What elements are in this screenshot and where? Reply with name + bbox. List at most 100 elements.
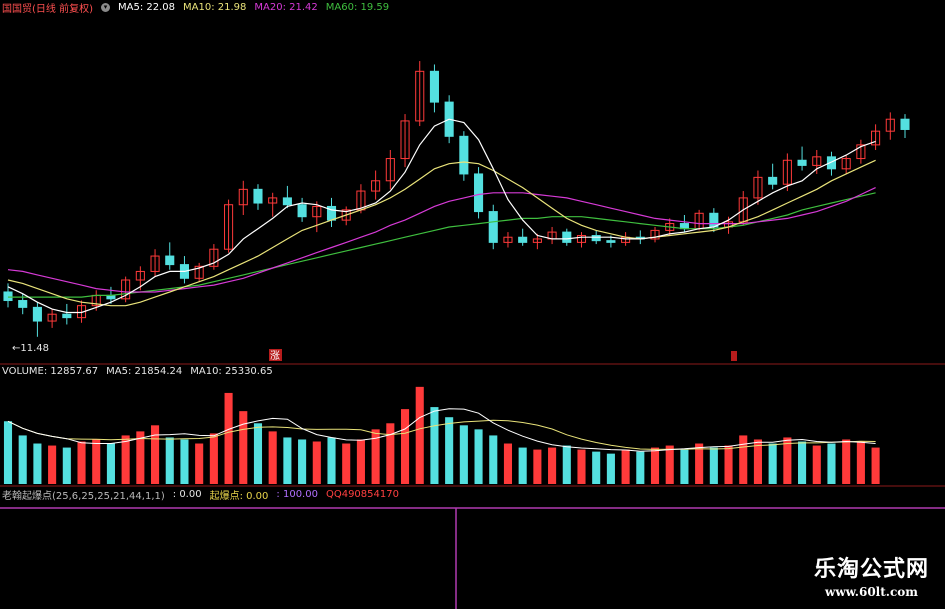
candle-body <box>32 306 42 322</box>
candle-body <box>591 235 601 242</box>
volume-bar <box>518 447 527 484</box>
volume-bar <box>356 439 365 484</box>
volume-bar <box>239 411 248 484</box>
candle-body <box>562 231 572 243</box>
volume-bar <box>548 447 557 484</box>
candle-body <box>797 159 807 166</box>
candle-body <box>518 236 528 243</box>
candle-body <box>459 135 469 175</box>
volume-ma10-label: MA10: 25330.65 <box>190 366 273 377</box>
ma20-line <box>7 187 876 293</box>
volume-chart <box>3 386 880 484</box>
volume-bar <box>33 443 42 484</box>
volume-bar <box>577 449 586 484</box>
ma5-line <box>7 118 876 314</box>
volume-bar <box>209 433 218 484</box>
candle-body <box>18 300 28 308</box>
volume-bar <box>92 439 101 484</box>
volume-bar <box>592 451 601 484</box>
volume-bar <box>106 443 115 484</box>
volume-bar <box>224 392 233 484</box>
volume-label: VOLUME: 12857.67 <box>2 366 99 377</box>
volume-bar <box>445 417 454 484</box>
volume-bar <box>415 386 424 484</box>
stock-title[interactable]: 国国贸(日线 前复权) <box>2 0 93 15</box>
candle-body <box>297 204 307 218</box>
volume-bar <box>533 449 542 484</box>
ma10-label: MA10: 21.98 <box>183 2 247 13</box>
volume-bar <box>739 435 748 484</box>
event-marker: 涨 <box>270 350 280 362</box>
volume-bar <box>562 445 571 484</box>
volume-bar <box>121 435 130 484</box>
price-chart <box>3 61 910 337</box>
candle-body <box>474 173 484 213</box>
watermark: 乐淘公式网 www.60lt.com <box>814 551 929 599</box>
candle-body <box>768 176 778 185</box>
volume-bar <box>709 447 718 484</box>
volume-bar <box>798 441 807 484</box>
volume-bar <box>665 445 674 484</box>
volume-bar <box>695 443 704 484</box>
candle-body <box>606 240 616 243</box>
candle-body <box>62 313 72 319</box>
event-marker-box-2 <box>731 351 737 361</box>
volume-bar <box>783 437 792 484</box>
volume-bar <box>283 437 292 484</box>
volume-bar <box>151 425 160 484</box>
volume-bar <box>650 447 660 484</box>
volume-bar <box>298 439 307 484</box>
watermark-brand: 乐淘公式网 <box>813 556 929 582</box>
volume-bar <box>77 441 86 484</box>
candle-body <box>900 118 910 130</box>
volume-bar <box>606 453 615 484</box>
volume-bar <box>253 423 263 484</box>
volume-bar <box>312 441 321 484</box>
volume-bar <box>195 443 204 484</box>
volume-bar <box>724 445 733 484</box>
options-icon[interactable]: ▾ <box>100 3 110 12</box>
ma5-label: MA5: 22.08 <box>117 2 175 13</box>
candle-body <box>253 188 263 204</box>
volume-bar <box>180 439 189 484</box>
volume-bar <box>18 435 27 484</box>
indicator-header: 老翰起爆点(25,6,25,25,21,44,1,1) : 0.00 起爆点: … <box>2 487 399 502</box>
volume-bar <box>3 421 13 484</box>
candle-body <box>488 211 498 243</box>
volume-bar <box>503 443 513 484</box>
volume-bar <box>856 441 865 484</box>
volume-bar <box>768 443 777 484</box>
volume-bar <box>386 423 395 484</box>
volume-bar <box>342 443 351 484</box>
ma60-label: MA60: 19.59 <box>325 2 390 13</box>
candle-body <box>709 212 719 228</box>
indicator-name[interactable]: 老翰起爆点(25,6,25,25,21,44,1,1) <box>2 487 165 502</box>
indicator-name-2: 起爆点: 0.00 <box>209 491 269 502</box>
candle-body <box>429 70 439 103</box>
candle-body <box>165 255 175 266</box>
ma20-label: MA20: 21.42 <box>254 2 318 13</box>
volume-bar <box>842 439 851 484</box>
volume-bar <box>474 429 483 484</box>
volume-bar <box>812 445 821 484</box>
volume-bar <box>636 451 645 484</box>
price-header: 国国贸(日线 前复权) ▾ MA5: 22.08 MA10: 21.98 MA2… <box>2 0 389 15</box>
candle-body <box>282 197 292 206</box>
volume-bar <box>430 407 439 484</box>
chart-canvas: ←11.48 涨 <box>0 61 945 609</box>
watermark-url: www.60lt.com <box>825 585 918 599</box>
indicator-qq: QQ490854170 <box>325 489 399 500</box>
low-price-marker: ←11.48 <box>12 343 49 354</box>
volume-bar <box>62 447 71 484</box>
volume-bar <box>621 449 630 484</box>
volume-header: VOLUME: 12857.67 MA5: 21854.24 MA10: 253… <box>2 366 273 377</box>
volume-bar <box>459 425 468 484</box>
candle-body <box>3 291 13 302</box>
volume-bar <box>400 409 410 484</box>
volume-bar <box>680 449 689 484</box>
volume-bar <box>827 443 836 484</box>
indicator-value: : 0.00 <box>172 489 202 500</box>
ma10-line <box>7 159 876 307</box>
volume-bar <box>327 437 336 484</box>
indicator-value-2: : 100.00 <box>276 489 318 500</box>
